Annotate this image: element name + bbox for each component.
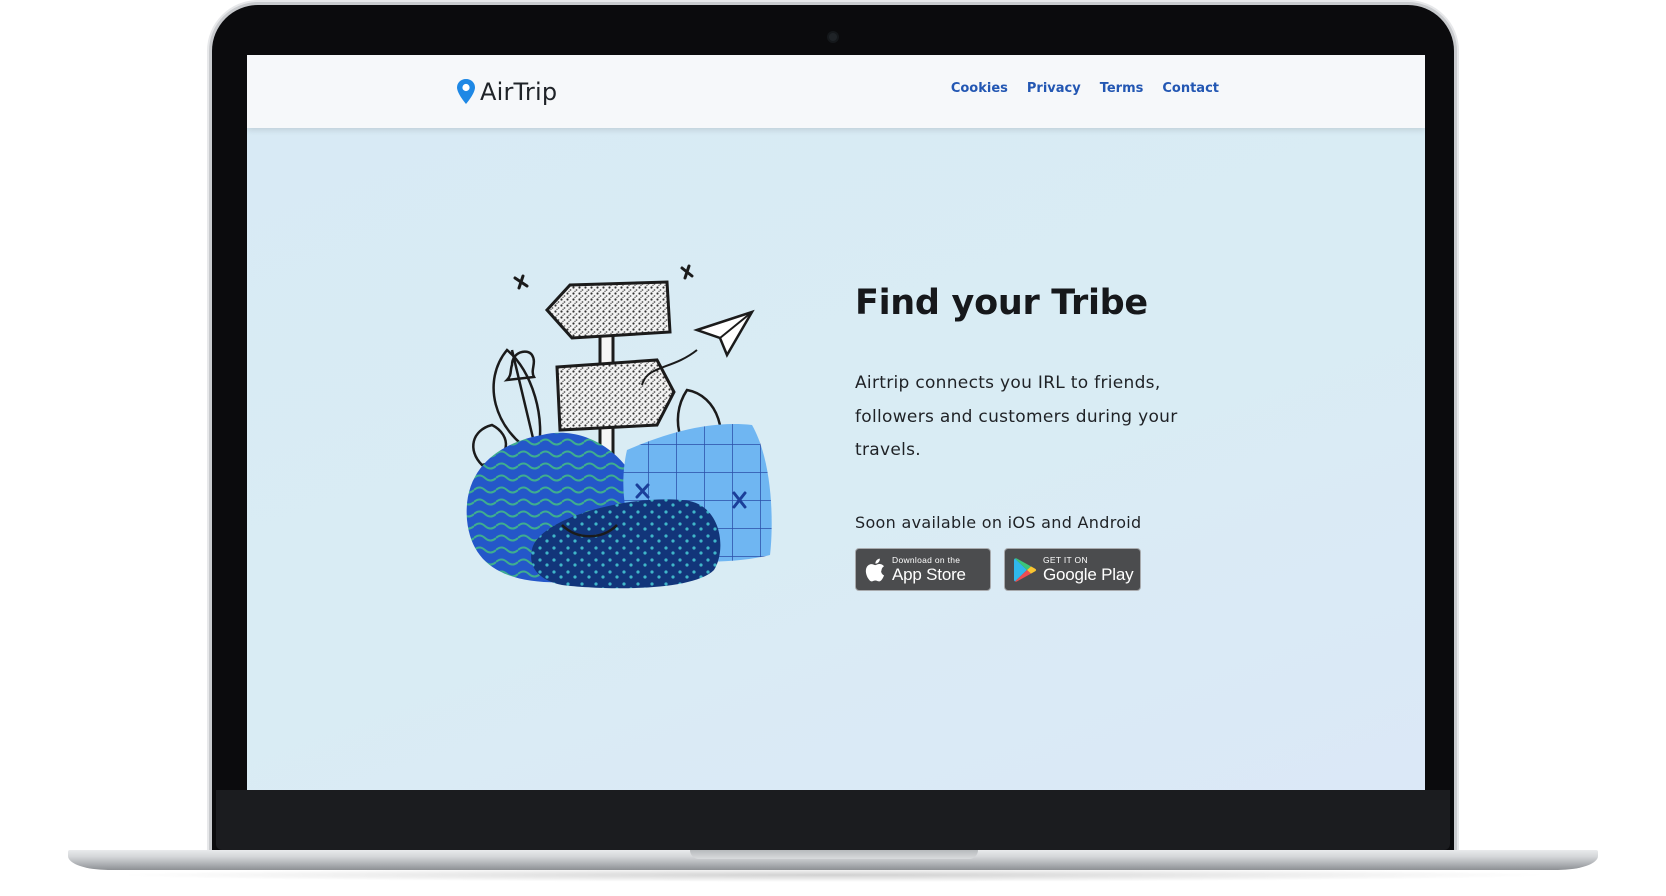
nav-link-cookies[interactable]: Cookies — [951, 81, 1008, 96]
app-store-button[interactable]: Download on the App Store — [855, 548, 991, 591]
brand-name: AirTrip — [480, 78, 558, 106]
google-play-small-label: GET IT ON — [1043, 554, 1088, 565]
app-store-small-label: Download on the — [892, 554, 961, 565]
laptop-base-notch — [690, 850, 978, 859]
laptop-screen: AirTrip Cookies Privacy Terms Contact Fi… — [247, 55, 1425, 790]
apple-icon — [864, 557, 886, 583]
google-play-button[interactable]: GET IT ON Google Play — [1004, 548, 1141, 591]
nav-link-terms[interactable]: Terms — [1100, 81, 1144, 96]
google-play-icon — [1013, 557, 1037, 583]
top-nav: Cookies Privacy Terms Contact — [951, 81, 1219, 96]
webcam — [829, 33, 837, 41]
nav-link-privacy[interactable]: Privacy — [1027, 81, 1081, 96]
map-pin-icon — [457, 79, 475, 104]
nav-link-contact[interactable]: Contact — [1162, 81, 1219, 96]
brand-logo[interactable]: AirTrip — [456, 75, 557, 109]
site-header: AirTrip Cookies Privacy Terms Contact — [247, 55, 1425, 128]
signpost-travel-illustration — [466, 264, 772, 589]
hero-title: Find your Tribe — [855, 283, 1148, 323]
hero-description: Airtrip connects you IRL to friends, fol… — [855, 373, 1178, 460]
laptop-shadow — [110, 868, 1556, 882]
laptop-bezel-bottom — [216, 790, 1450, 850]
google-play-label: Google Play — [1043, 565, 1134, 585]
availability-text: Soon available on iOS and Android — [855, 513, 1142, 532]
app-store-label: App Store — [892, 565, 966, 585]
